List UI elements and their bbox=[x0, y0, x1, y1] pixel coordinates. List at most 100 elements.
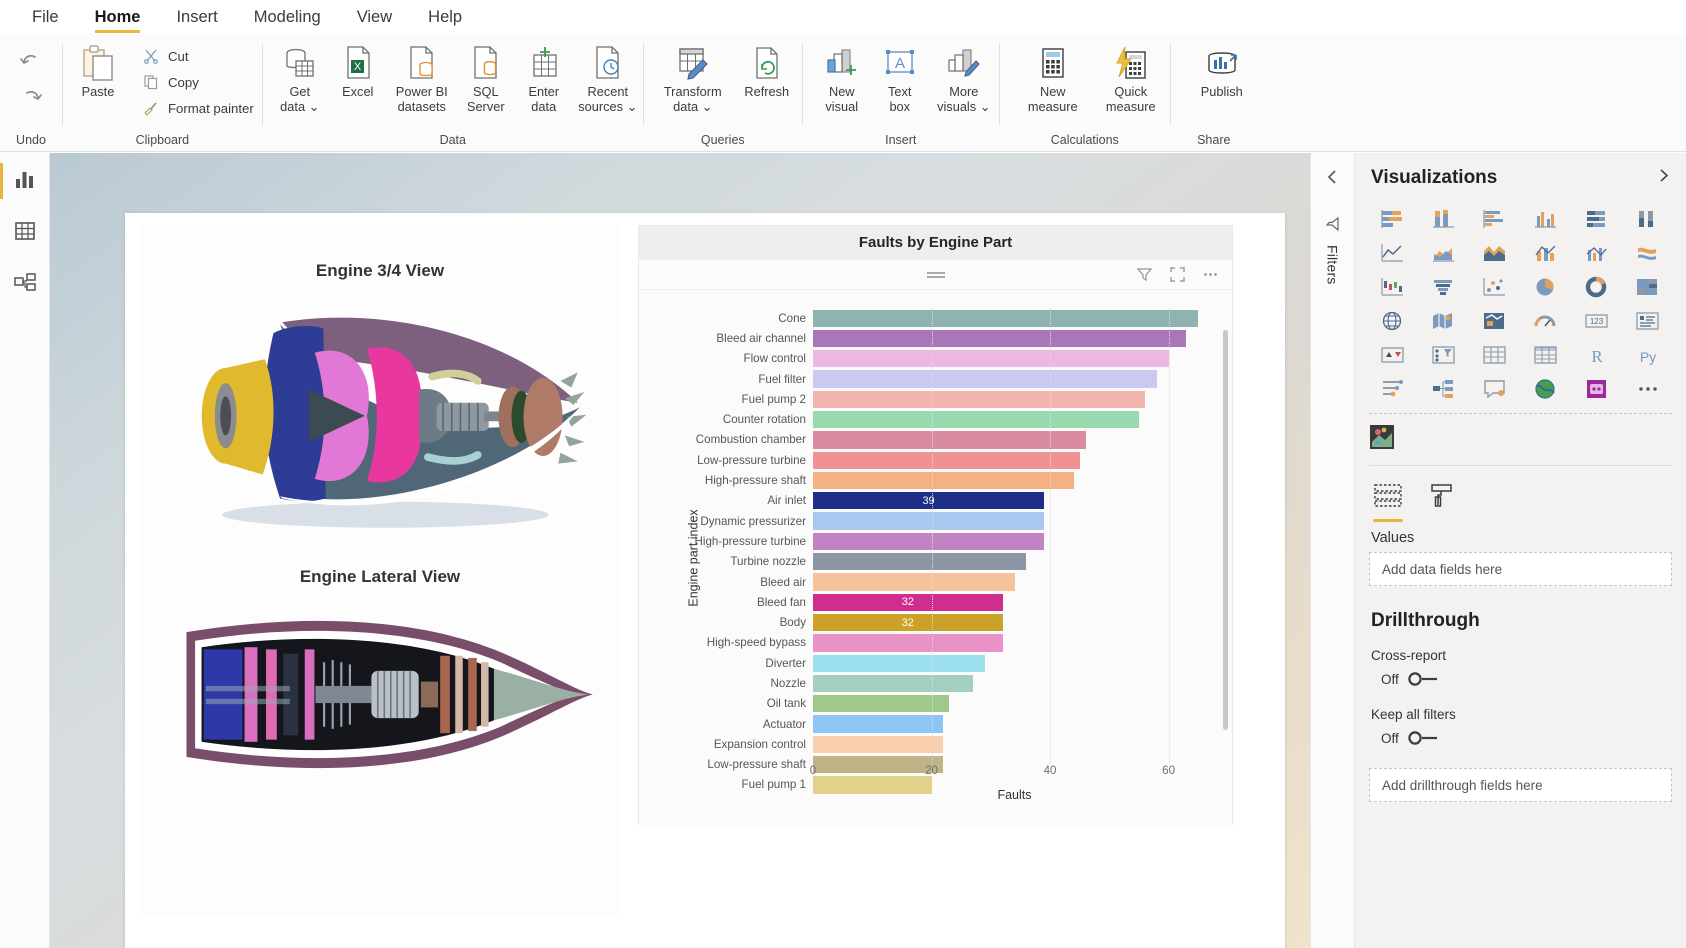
stacked-bar-chart-icon[interactable] bbox=[1369, 205, 1416, 233]
report-page[interactable]: Engine 3/4 View bbox=[125, 213, 1285, 948]
cut-button[interactable]: Cut bbox=[133, 44, 262, 68]
bar[interactable] bbox=[813, 512, 1044, 529]
fields-tab[interactable] bbox=[1373, 482, 1403, 522]
chart-bar-row[interactable]: Actuator bbox=[673, 714, 1216, 734]
bar[interactable] bbox=[813, 330, 1186, 347]
matrix-icon[interactable] bbox=[1523, 341, 1570, 369]
chart-bar-row[interactable]: Oil tank bbox=[673, 694, 1216, 714]
bar[interactable] bbox=[813, 431, 1086, 448]
format-painter-button[interactable]: Format painter bbox=[133, 96, 262, 120]
refresh-button[interactable]: Refresh bbox=[732, 40, 802, 99]
redo-button[interactable] bbox=[16, 84, 46, 112]
chart-bar-row[interactable]: Fuel filter bbox=[673, 369, 1216, 389]
stacked-area-chart-icon[interactable] bbox=[1471, 239, 1518, 267]
bar[interactable] bbox=[813, 553, 1026, 570]
filters-pane-collapsed[interactable]: Filters bbox=[1310, 153, 1355, 948]
pie-chart-icon[interactable] bbox=[1523, 273, 1570, 301]
transform-data-button[interactable]: Transform data ⌄ bbox=[654, 40, 732, 114]
arcgis-maps-icon[interactable] bbox=[1523, 375, 1570, 403]
new-visual-button[interactable]: New visual bbox=[813, 40, 871, 114]
bar[interactable] bbox=[813, 695, 949, 712]
paste-button[interactable]: Paste bbox=[63, 40, 133, 99]
bar[interactable] bbox=[813, 391, 1145, 408]
line-clustered-column-chart-icon[interactable] bbox=[1574, 239, 1621, 267]
slicer-icon[interactable] bbox=[1420, 341, 1467, 369]
kpi-icon[interactable] bbox=[1369, 341, 1416, 369]
chart-bar-row[interactable]: Air inlet39 bbox=[673, 491, 1216, 511]
filter-icon[interactable] bbox=[1135, 265, 1154, 284]
bar[interactable] bbox=[813, 472, 1074, 489]
100-stacked-bar-chart-icon[interactable] bbox=[1574, 205, 1621, 233]
chart-bar-row[interactable]: Expansion control bbox=[673, 734, 1216, 754]
sidebar-item-data-view[interactable] bbox=[5, 213, 45, 253]
bar[interactable]: 32 bbox=[813, 594, 1003, 611]
chart-bar-row[interactable]: Combustion chamber bbox=[673, 430, 1216, 450]
chart-bar-row[interactable]: Turbine nozzle bbox=[673, 552, 1216, 572]
excel-button[interactable]: X Excel bbox=[329, 40, 387, 99]
r-script-visual-icon[interactable]: R bbox=[1574, 341, 1621, 369]
new-measure-button[interactable]: New measure bbox=[1014, 40, 1092, 114]
quick-measure-button[interactable]: Quick measure bbox=[1092, 40, 1170, 114]
chart-bar-row[interactable]: High-pressure turbine bbox=[673, 531, 1216, 551]
chevron-left-icon[interactable] bbox=[1326, 169, 1340, 190]
more-options-icon[interactable] bbox=[1201, 265, 1220, 284]
powerbi-datasets-button[interactable]: Power BI datasets bbox=[387, 40, 457, 114]
keep-all-filters-toggle[interactable]: Off bbox=[1369, 728, 1672, 762]
copy-button[interactable]: Copy bbox=[133, 70, 262, 94]
chart-bar-row[interactable]: Fuel pump 2 bbox=[673, 389, 1216, 409]
bar[interactable] bbox=[813, 655, 985, 672]
bar[interactable] bbox=[813, 634, 1003, 651]
chart-bar-row[interactable]: Low-pressure turbine bbox=[673, 450, 1216, 470]
ribbon-chart-icon[interactable] bbox=[1625, 239, 1672, 267]
chart-vertical-scrollbar[interactable] bbox=[1223, 330, 1228, 730]
chart-bar-row[interactable]: Cone bbox=[673, 308, 1216, 328]
qa-visual-icon[interactable] bbox=[1471, 375, 1518, 403]
filter-funnel-icon[interactable] bbox=[1325, 216, 1341, 237]
multi-row-card-icon[interactable] bbox=[1625, 307, 1672, 335]
paginated-report-icon[interactable] bbox=[1574, 375, 1621, 403]
clustered-column-chart-icon[interactable] bbox=[1523, 205, 1570, 233]
line-chart-icon[interactable] bbox=[1369, 239, 1416, 267]
bar[interactable] bbox=[813, 533, 1044, 550]
donut-chart-icon[interactable] bbox=[1574, 273, 1621, 301]
bar[interactable]: 32 bbox=[813, 614, 1003, 631]
chart-bar-row[interactable]: High-speed bypass bbox=[673, 633, 1216, 653]
python-visual-icon[interactable]: Py bbox=[1625, 341, 1672, 369]
sidebar-item-model-view[interactable] bbox=[5, 265, 45, 305]
custom-visual-icon[interactable] bbox=[1369, 437, 1395, 454]
bar[interactable] bbox=[813, 573, 1015, 590]
format-tab[interactable] bbox=[1429, 482, 1455, 522]
report-canvas[interactable]: Engine 3/4 View bbox=[50, 153, 1310, 948]
chart-bar-row[interactable]: Bleed air bbox=[673, 572, 1216, 592]
table-icon[interactable] bbox=[1471, 341, 1518, 369]
chart-bar-row[interactable]: Dynamic pressurizer bbox=[673, 511, 1216, 531]
chart-plot-area[interactable]: Engine part index ConeBleed air channelF… bbox=[639, 290, 1232, 826]
chevron-right-icon[interactable] bbox=[1657, 168, 1670, 188]
text-box-button[interactable]: A Text box bbox=[871, 40, 929, 114]
sidebar-item-report-view[interactable] bbox=[5, 161, 45, 201]
map-icon[interactable] bbox=[1369, 307, 1416, 335]
gauge-icon[interactable] bbox=[1523, 307, 1570, 335]
chart-bar-row[interactable]: Diverter bbox=[673, 653, 1216, 673]
tab-home[interactable]: Home bbox=[77, 0, 159, 34]
shape-map-icon[interactable] bbox=[1471, 307, 1518, 335]
tab-view[interactable]: View bbox=[339, 0, 410, 34]
get-more-visuals-icon[interactable] bbox=[1625, 375, 1672, 403]
bar[interactable] bbox=[813, 350, 1169, 367]
bar[interactable] bbox=[813, 310, 1198, 327]
tab-modeling[interactable]: Modeling bbox=[236, 0, 339, 34]
chart-bar-row[interactable]: Bleed fan32 bbox=[673, 592, 1216, 612]
bar[interactable] bbox=[813, 715, 943, 732]
chart-bar-row[interactable]: Body32 bbox=[673, 612, 1216, 632]
cross-report-toggle[interactable]: Off bbox=[1369, 669, 1672, 703]
chart-bar-row[interactable]: High-pressure shaft bbox=[673, 470, 1216, 490]
tab-insert[interactable]: Insert bbox=[158, 0, 235, 34]
enter-data-button[interactable]: Enter data bbox=[515, 40, 573, 114]
tab-help[interactable]: Help bbox=[410, 0, 480, 34]
bar[interactable]: 39 bbox=[813, 492, 1044, 509]
filled-map-icon[interactable] bbox=[1420, 307, 1467, 335]
clustered-bar-chart-icon[interactable] bbox=[1471, 205, 1518, 233]
stacked-column-chart-icon[interactable] bbox=[1420, 205, 1467, 233]
funnel-chart-icon[interactable] bbox=[1420, 273, 1467, 301]
decomposition-tree-icon[interactable] bbox=[1420, 375, 1467, 403]
